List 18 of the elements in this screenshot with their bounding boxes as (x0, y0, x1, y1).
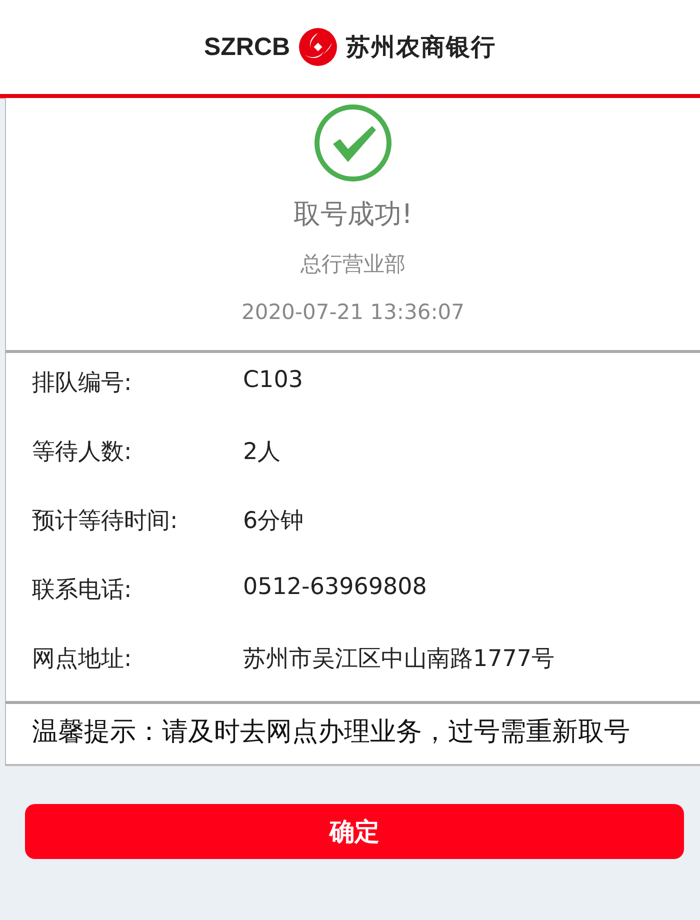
detail-value: 6分钟 (243, 507, 305, 536)
branch-name: 总行营业部 (300, 251, 406, 278)
detail-value: C103 (243, 367, 304, 393)
detail-label: 网点地址: (32, 645, 133, 674)
detail-value: 苏州市吴江区中山南路1777号 (243, 645, 556, 674)
detail-value: 0512-63969808 (243, 574, 428, 600)
detail-label: 联系电话: (32, 576, 133, 605)
detail-label: 预计等待时间: (32, 507, 179, 536)
bank-name: 苏州农商银行 (346, 32, 496, 63)
detail-label: 排队编号: (32, 369, 133, 398)
result-title: 取号成功! (294, 198, 412, 232)
confirm-button[interactable]: 确定 (25, 804, 684, 859)
bank-logo-icon (298, 27, 338, 67)
detail-label: 等待人数: (32, 438, 133, 467)
notice-text: 温馨提示：请及时去网点办理业务，过号需重新取号 (32, 717, 630, 747)
detail-value: 2人 (243, 438, 282, 467)
ticket-time: 2020-07-21 13:36:07 (241, 300, 465, 324)
brand-latin-name: SZRCB (204, 32, 290, 62)
